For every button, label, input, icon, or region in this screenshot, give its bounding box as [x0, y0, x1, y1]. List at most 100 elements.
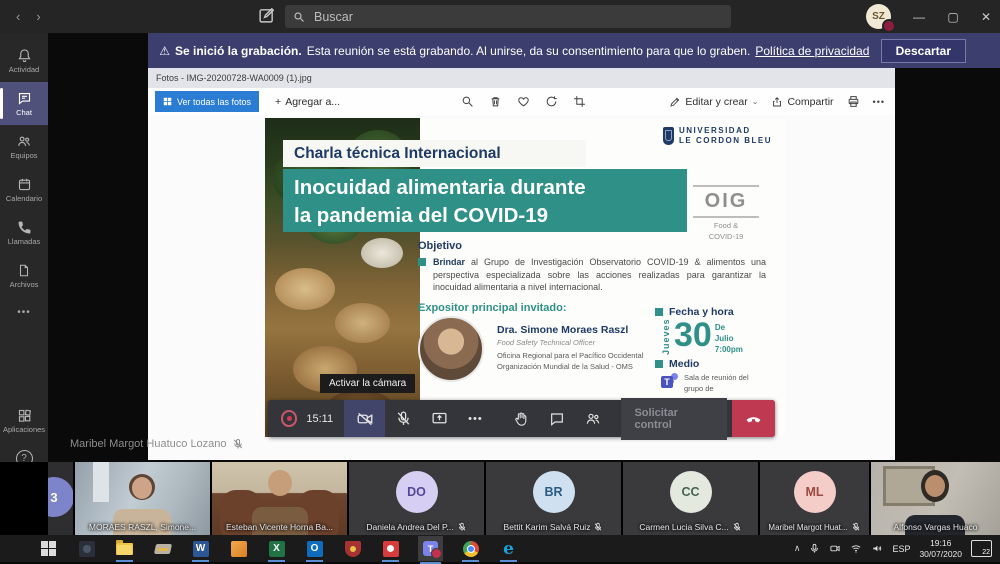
delete-icon[interactable]	[489, 95, 502, 108]
outlook-icon[interactable]: O	[304, 538, 325, 559]
day-name: Jueves	[661, 319, 671, 355]
request-control-button[interactable]: Solicitar control	[621, 398, 727, 440]
participant-name: Carmen Lucia Silva C...	[623, 522, 758, 532]
sidebar-item-equipos[interactable]: Equipos	[0, 125, 48, 168]
minimize-button[interactable]: —	[903, 0, 935, 33]
mic-off-icon	[395, 410, 412, 427]
search-icon	[293, 11, 305, 23]
view-all-photos-button[interactable]: Ver todas las fotos	[155, 91, 259, 112]
camera-toggle-button[interactable]	[344, 400, 385, 437]
overflow-participant-tile[interactable]: 3	[48, 462, 73, 535]
hang-up-button[interactable]	[732, 400, 775, 437]
mic-muted-icon	[457, 522, 467, 532]
teams-logo-icon: T	[661, 373, 678, 390]
speaker-org: Oficina Regional para el Pacífico Occide…	[497, 350, 643, 373]
participant-name: MORAES RASZL, Simone...	[75, 522, 210, 532]
university-name-line1: UNIVERSIDAD	[679, 126, 772, 136]
sidebar-item-actividad[interactable]: Actividad	[0, 39, 48, 82]
close-button[interactable]: ✕	[970, 0, 1000, 33]
taskbar-app-gray[interactable]	[152, 538, 173, 559]
mic-toggle-button[interactable]	[385, 400, 421, 437]
sidebar-item-llamadas[interactable]: Llamadas	[0, 211, 48, 254]
tray-expand-chevron[interactable]: ∧	[794, 543, 801, 554]
search-bar[interactable]	[285, 5, 731, 28]
action-center-icon[interactable]: 22	[971, 540, 992, 557]
teams-taskbar-icon[interactable]: T	[418, 536, 443, 561]
raise-hand-button[interactable]	[503, 400, 539, 437]
sidebar-item-aplicaciones[interactable]: Aplicaciones	[0, 399, 48, 442]
date-month: Julio	[715, 333, 743, 344]
participant-avatar: ML	[794, 471, 836, 513]
chat-panel-button[interactable]	[539, 400, 575, 437]
word-icon[interactable]: W	[190, 538, 211, 559]
tray-volume-icon[interactable]	[871, 543, 883, 554]
tray-mic-icon[interactable]	[809, 543, 820, 554]
tray-camera-icon[interactable]	[829, 543, 841, 554]
back-arrow-icon[interactable]: ‹	[16, 9, 20, 24]
bell-icon	[17, 48, 32, 63]
sidebar-item-chat[interactable]: Chat	[0, 82, 48, 125]
chevron-down-icon: ⌄	[752, 97, 759, 106]
security-shield-icon[interactable]	[342, 538, 363, 559]
bullet-square-icon	[655, 308, 663, 316]
participant-tile-avatar[interactable]: BR Bettit Karim Salvá Ruiz	[486, 462, 621, 535]
sidebar-item-label: Archivos	[10, 280, 39, 289]
sidebar-item-calendario[interactable]: Calendario	[0, 168, 48, 211]
file-explorer-icon[interactable]	[114, 538, 135, 559]
dismiss-button[interactable]: Descartar	[881, 39, 966, 63]
maximize-button[interactable]: ▢	[937, 0, 969, 33]
rotate-icon[interactable]	[545, 95, 558, 108]
university-logo: UNIVERSIDAD LE CORDON BLEU	[663, 126, 772, 146]
participant-avatar: CC	[670, 471, 712, 513]
chrome-icon[interactable]	[460, 538, 481, 559]
add-to-button[interactable]: + Agregar a...	[275, 96, 340, 108]
flyer-title: Inocuidad alimentaria durante la pandemi…	[283, 169, 687, 232]
favorite-icon[interactable]	[517, 95, 530, 108]
compose-icon[interactable]	[258, 7, 275, 24]
participant-strip: 3 MORAES RASZL, Simone... Esteban Vicent…	[0, 462, 1000, 535]
print-icon[interactable]	[847, 95, 860, 108]
language-indicator[interactable]: ESP	[892, 544, 910, 554]
date-de: De	[715, 322, 743, 333]
photos-more-button[interactable]: •••	[873, 97, 885, 107]
photos-toolbar: Ver todas las fotos + Agregar a... Edita…	[148, 88, 895, 115]
flyer-title-line2: la pandemia del COVID-19	[294, 202, 687, 230]
taskbar-app-dark[interactable]	[76, 538, 97, 559]
participants-button[interactable]	[575, 400, 611, 437]
share-button[interactable]: Compartir	[771, 96, 833, 108]
sidebar-item-label: Calendario	[6, 194, 42, 203]
presenter-name: Maribel Margot Huatuco Lozano	[70, 438, 227, 450]
privacy-policy-link[interactable]: Política de privacidad	[755, 44, 869, 58]
sidebar-more-button[interactable]: •••	[17, 297, 31, 327]
medio-heading: Medio	[655, 358, 699, 370]
share-screen-button[interactable]	[421, 400, 457, 437]
zoom-icon[interactable]	[461, 95, 474, 108]
participant-tile-video[interactable]: Alfonso Vargas Huaco	[871, 462, 1000, 535]
taskbar-app-red[interactable]	[380, 538, 401, 559]
participant-tile-avatar[interactable]: ML Maribel Margot Huat...	[760, 462, 869, 535]
search-input[interactable]	[312, 9, 723, 25]
forward-arrow-icon[interactable]: ›	[36, 9, 40, 24]
sidebar-item-archivos[interactable]: Archivos	[0, 254, 48, 297]
medio-label: Medio	[669, 358, 699, 370]
participant-tile-video[interactable]: Esteban Vicente Horna Ba...	[212, 462, 347, 535]
edit-create-button[interactable]: Editar y crear ⌄	[669, 96, 758, 108]
participant-tile-avatar[interactable]: DO Daniela Andrea Del P...	[349, 462, 484, 535]
add-to-label: Agregar a...	[285, 96, 340, 108]
crop-icon[interactable]	[573, 95, 586, 108]
participant-tile-video[interactable]: MORAES RASZL, Simone...	[75, 462, 210, 535]
recording-banner: ⚠ Se inició la grabación. Esta reunión s…	[148, 33, 1000, 68]
taskbar-app-cube[interactable]	[228, 538, 249, 559]
excel-icon[interactable]: X	[266, 538, 287, 559]
sidebar-item-label: Equipos	[10, 151, 37, 160]
participant-tile-avatar[interactable]: CC Carmen Lucia Silva C...	[623, 462, 758, 535]
edge-icon[interactable]: e	[498, 538, 519, 559]
participant-name: Esteban Vicente Horna Ba...	[212, 522, 347, 532]
start-button[interactable]	[38, 538, 59, 559]
oig-sub1: Food &	[693, 221, 759, 232]
more-options-button[interactable]: •••	[457, 400, 493, 437]
tray-wifi-icon[interactable]	[850, 543, 862, 554]
objetivo-lead: Brindar	[433, 257, 465, 267]
oig-sub2: COVID-19	[693, 232, 759, 243]
clock[interactable]: 19:16 30/07/2020	[919, 538, 962, 559]
